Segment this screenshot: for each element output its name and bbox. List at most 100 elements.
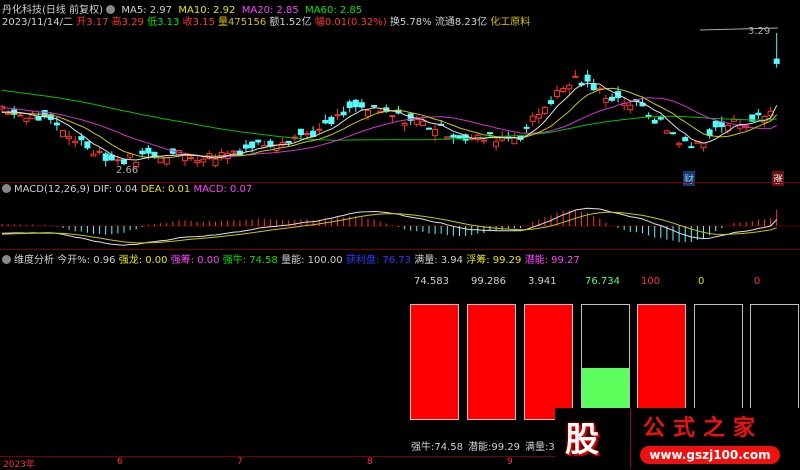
high-label: 高 bbox=[111, 17, 122, 28]
candle bbox=[566, 84, 573, 90]
divider bbox=[0, 182, 800, 183]
candle bbox=[194, 160, 201, 163]
candle bbox=[157, 155, 164, 163]
candle bbox=[480, 139, 487, 142]
candle bbox=[60, 130, 66, 138]
candle bbox=[17, 114, 24, 117]
candle bbox=[755, 112, 762, 116]
amount: 额1.52亿 bbox=[269, 17, 312, 28]
bottom-qnl: 潜能:99.29 bbox=[468, 442, 520, 453]
candle bbox=[365, 110, 371, 117]
candle bbox=[712, 120, 719, 128]
axis-label: 2023年 bbox=[3, 460, 35, 470]
vol-label: 量 bbox=[218, 17, 229, 28]
candle bbox=[102, 153, 109, 161]
candle bbox=[334, 114, 341, 117]
candle bbox=[145, 147, 152, 154]
candle bbox=[78, 136, 85, 141]
candle bbox=[627, 104, 634, 111]
open-value: 3.17 bbox=[86, 17, 109, 28]
candle bbox=[700, 142, 707, 149]
dimension-bar bbox=[694, 304, 743, 420]
close-label: 收 bbox=[182, 17, 193, 28]
finance-marker[interactable]: 财 bbox=[683, 171, 695, 186]
candle bbox=[230, 150, 237, 153]
divider bbox=[0, 249, 800, 250]
dimension-bar bbox=[750, 304, 799, 420]
candle bbox=[5, 112, 12, 115]
macd-label: MACD: 0.07 bbox=[193, 184, 253, 195]
watermark-name: 公式之家 bbox=[643, 416, 764, 441]
candle bbox=[328, 116, 335, 125]
candle bbox=[358, 102, 365, 108]
vol-value: 475156 bbox=[228, 17, 267, 28]
watermark-logo: 股 bbox=[565, 420, 599, 460]
candle bbox=[572, 75, 579, 78]
change: 0.01(0.32%) bbox=[324, 17, 387, 28]
macd-dropdown-icon[interactable] bbox=[2, 184, 11, 193]
ml-label: 满量: 3.94 bbox=[414, 255, 464, 266]
ln-label: 量能: 100.00 bbox=[281, 255, 343, 266]
candle bbox=[255, 139, 262, 143]
candle bbox=[645, 114, 652, 117]
bar-fill bbox=[525, 305, 572, 419]
candle bbox=[590, 83, 597, 91]
candle bbox=[426, 127, 432, 130]
axis-label: 7 bbox=[237, 457, 243, 467]
ql-label: 强龙: 0.00 bbox=[118, 255, 168, 266]
candle bbox=[96, 150, 103, 153]
chg-label: 幅 bbox=[314, 17, 325, 28]
bar-value-label: 100 bbox=[641, 276, 661, 287]
candle bbox=[535, 113, 542, 119]
bar-value-label: 0 bbox=[754, 276, 761, 287]
candle bbox=[548, 100, 554, 105]
bar-value-label: 0 bbox=[698, 276, 705, 287]
candle bbox=[560, 88, 567, 92]
candle bbox=[584, 74, 591, 82]
candle bbox=[670, 132, 676, 135]
candle bbox=[419, 120, 426, 127]
candle bbox=[657, 117, 664, 120]
axis-label: 6 bbox=[117, 457, 123, 467]
open-label: 开 bbox=[76, 17, 87, 28]
candle bbox=[90, 153, 97, 157]
candle bbox=[706, 129, 713, 136]
low-value: 3.13 bbox=[157, 17, 180, 28]
bar-value-label: 76.734 bbox=[585, 276, 620, 287]
dimension-bar bbox=[637, 304, 686, 420]
candle bbox=[316, 128, 323, 131]
candle bbox=[41, 110, 48, 118]
watermark-url: www.gszj100.com bbox=[640, 446, 780, 464]
candle bbox=[243, 144, 249, 149]
candle bbox=[602, 97, 609, 103]
watermark: 股 公式之家 www.gszj100.com bbox=[555, 408, 800, 468]
turnover: 换5.78% bbox=[389, 17, 432, 28]
candle bbox=[487, 132, 493, 135]
candle bbox=[249, 141, 256, 149]
candle bbox=[200, 158, 207, 163]
candle bbox=[23, 117, 30, 123]
dimension-dropdown-icon[interactable] bbox=[2, 255, 11, 264]
hlp-label: 获利盘: 76.73 bbox=[345, 255, 412, 266]
dea-label: DEA: 0.01 bbox=[140, 184, 191, 195]
candle bbox=[401, 122, 408, 126]
candle bbox=[35, 116, 42, 121]
candle bbox=[651, 119, 658, 124]
jk-label: 今开%: 0.96 bbox=[57, 255, 116, 266]
dimension-title: 维度分析 bbox=[14, 255, 54, 266]
bar-value-label: 74.583 bbox=[414, 276, 449, 287]
limit-up-marker[interactable]: 涨 bbox=[772, 171, 784, 186]
candle bbox=[413, 119, 420, 125]
candle bbox=[346, 101, 353, 108]
bar-fill bbox=[411, 305, 458, 419]
dimension-bar bbox=[524, 304, 573, 420]
close-value: 3.15 bbox=[192, 17, 215, 28]
candle bbox=[53, 122, 60, 126]
candle bbox=[84, 141, 91, 149]
sector[interactable]: 化工原料 bbox=[490, 17, 530, 28]
low-price-label: 2.66 bbox=[116, 165, 139, 176]
qn-label: 强牛: 74.58 bbox=[222, 255, 278, 266]
candle bbox=[554, 89, 561, 98]
candle bbox=[127, 153, 134, 158]
candle bbox=[676, 142, 683, 146]
